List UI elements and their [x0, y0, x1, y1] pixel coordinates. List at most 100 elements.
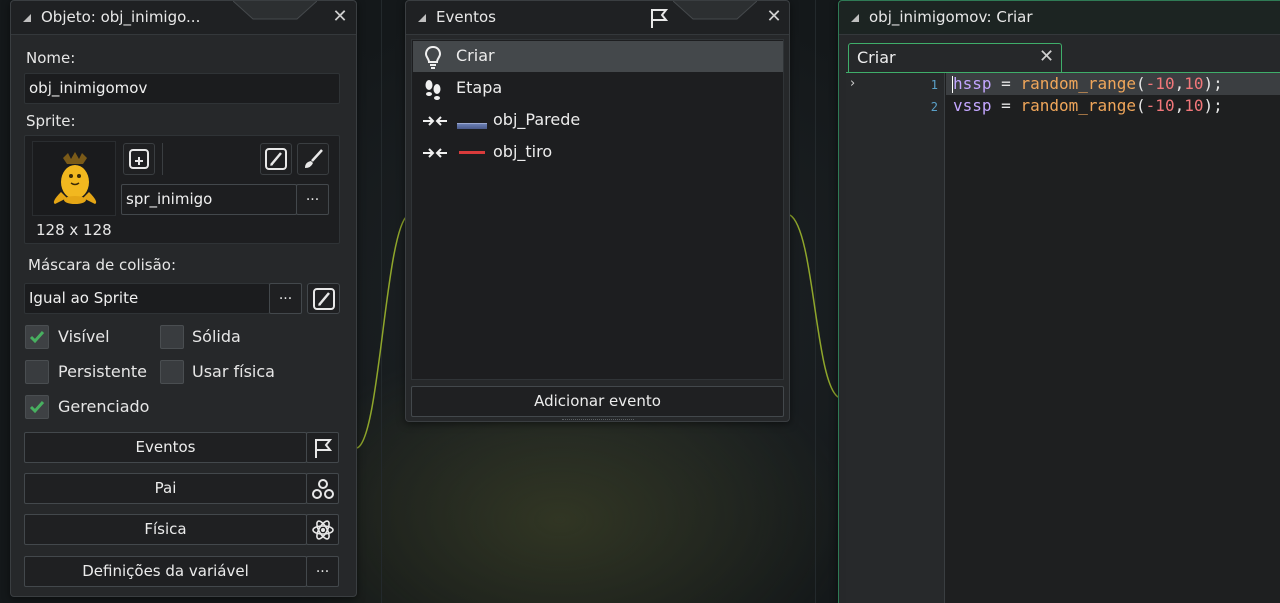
- parent-button[interactable]: Pai: [24, 473, 307, 504]
- solid-label: Sólida: [192, 327, 241, 346]
- visible-checkbox[interactable]: [25, 325, 49, 349]
- fold-arrow-icon[interactable]: ›: [850, 73, 855, 95]
- physics-label: Usar física: [192, 362, 275, 381]
- object-panel-title: Objeto: obj_inimigo...: [41, 8, 201, 26]
- event-item-step[interactable]: Etapa: [413, 73, 783, 104]
- panel-notch: [233, 1, 317, 20]
- atom-icon: [311, 519, 334, 540]
- parent-icon-button[interactable]: [306, 473, 339, 504]
- collapse-icon[interactable]: [23, 14, 31, 22]
- events-panel-header[interactable]: Eventos ✕: [406, 1, 789, 35]
- close-icon[interactable]: ✕: [765, 8, 783, 26]
- name-field[interactable]: obj_inimigomov: [24, 73, 340, 104]
- event-label: Criar: [456, 46, 495, 65]
- persistent-label: Persistente: [58, 362, 147, 381]
- line-number: 2: [930, 100, 938, 114]
- collision-icon: [423, 116, 447, 126]
- event-item-collision-tiro[interactable]: obj_tiro: [413, 137, 783, 168]
- new-sprite-button[interactable]: [123, 143, 155, 175]
- bullet-sprite-icon: [459, 151, 485, 154]
- code-comma: ,: [1174, 74, 1185, 93]
- resize-grip[interactable]: [562, 419, 634, 422]
- persistent-checkbox[interactable]: [25, 360, 49, 384]
- event-label: Etapa: [456, 78, 503, 97]
- sprite-label: Sprite:: [26, 112, 76, 130]
- physics-button[interactable]: Física: [24, 514, 307, 545]
- code-number: 10: [1184, 74, 1204, 93]
- wall-sprite-icon: [457, 123, 487, 129]
- code-operator: =: [991, 96, 1021, 115]
- sprite-thumbnail-icon: [53, 152, 97, 204]
- code-tab-label: Criar: [857, 48, 896, 67]
- code-variable: hssp: [953, 74, 992, 93]
- event-item-create[interactable]: Criar: [413, 41, 783, 72]
- collision-browse-button[interactable]: ···: [269, 283, 302, 314]
- events-panel-title: Eventos: [436, 8, 496, 26]
- collision-icon: [423, 148, 447, 158]
- flag-icon: [314, 438, 332, 458]
- variable-definitions-button[interactable]: Definições da variável: [24, 556, 307, 587]
- sprite-preview[interactable]: [32, 141, 116, 216]
- code-panel-title: obj_inimigomov: Criar: [869, 8, 1033, 26]
- code-function: random_range: [1020, 74, 1137, 93]
- name-label: Nome:: [26, 49, 76, 67]
- variables-more-button[interactable]: ···: [306, 556, 339, 587]
- code-line[interactable]: hssp = random_range(-10,10);: [953, 73, 1223, 95]
- event-item-collision-parede[interactable]: obj_Parede: [413, 105, 783, 136]
- hierarchy-icon: [311, 478, 334, 499]
- physics-icon-button[interactable]: [306, 514, 339, 545]
- paint-sprite-button[interactable]: [297, 143, 329, 175]
- sprite-browse-button[interactable]: ···: [296, 184, 329, 215]
- code-comma: ,: [1174, 96, 1185, 115]
- edit-mask-button[interactable]: [307, 283, 340, 314]
- code-paren: );: [1203, 74, 1223, 93]
- object-panel-header[interactable]: Objeto: obj_inimigo... ✕: [11, 1, 356, 35]
- paintbrush-icon: [305, 149, 323, 168]
- more-icon: ···: [278, 290, 293, 307]
- collapse-icon[interactable]: [418, 14, 426, 22]
- collision-mask-label: Máscara de colisão:: [28, 256, 177, 274]
- panel-notch: [673, 1, 757, 20]
- events-button[interactable]: Eventos: [24, 432, 307, 463]
- workspace-gridline: [815, 0, 816, 603]
- event-label: obj_Parede: [493, 110, 581, 129]
- text-cursor: [952, 76, 953, 93]
- code-operator: =: [991, 74, 1021, 93]
- managed-checkbox[interactable]: [25, 395, 49, 419]
- solid-checkbox[interactable]: [160, 325, 184, 349]
- editor-gutter: [846, 73, 945, 603]
- code-variable: vssp: [953, 96, 992, 115]
- code-paren: (: [1136, 74, 1146, 93]
- collision-mask-field[interactable]: Igual ao Sprite: [24, 283, 270, 314]
- code-number: -10: [1145, 96, 1175, 115]
- footsteps-icon: [425, 80, 441, 100]
- edit-sprite-button[interactable]: [260, 143, 292, 175]
- physics-checkbox[interactable]: [160, 360, 184, 384]
- close-tab-icon[interactable]: ✕: [1039, 46, 1054, 67]
- code-line[interactable]: vssp = random_range(-10,10);: [953, 95, 1223, 117]
- more-icon: ···: [305, 191, 320, 208]
- code-tab[interactable]: Criar ✕: [848, 43, 1062, 72]
- more-icon: ···: [315, 563, 330, 580]
- managed-label: Gerenciado: [58, 397, 150, 416]
- new-sprite-icon: [129, 149, 149, 169]
- add-event-button[interactable]: Adicionar evento: [411, 386, 784, 417]
- code-function: random_range: [1020, 96, 1137, 115]
- events-flag-button[interactable]: [306, 432, 339, 463]
- sprite-size: 128 x 128: [36, 221, 112, 239]
- sprite-divider: [162, 143, 163, 175]
- line-number: 1: [930, 78, 938, 92]
- code-number: 10: [1184, 96, 1204, 115]
- edit-image-icon: [265, 148, 287, 170]
- flag-icon: [651, 9, 669, 28]
- code-paren: (: [1136, 96, 1146, 115]
- lightbulb-icon: [424, 45, 442, 69]
- edit-image-icon: [312, 287, 335, 310]
- code-number: -10: [1145, 74, 1175, 93]
- event-label: obj_tiro: [493, 142, 553, 161]
- collapse-icon[interactable]: [851, 14, 859, 22]
- close-icon[interactable]: ✕: [331, 8, 349, 26]
- code-panel-header[interactable]: obj_inimigomov: Criar: [839, 1, 1280, 35]
- checkmark-icon: [29, 331, 45, 344]
- sprite-name-field[interactable]: spr_inimigo: [121, 184, 297, 215]
